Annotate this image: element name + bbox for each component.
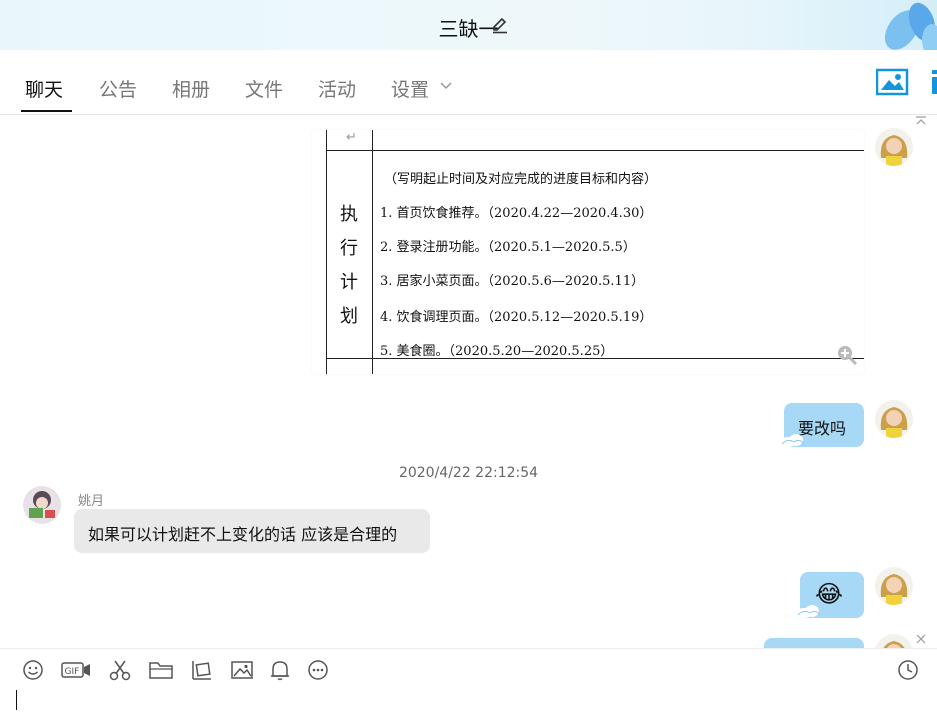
- shared-document-image[interactable]: ↵ 执 行 计 划 （写明起止时间及对应完成的进度目标和内容） 1. 首页饮食推…: [312, 130, 864, 374]
- tab-chat[interactable]: 聊天: [25, 75, 63, 102]
- title-bar: 三缺一: [0, 0, 937, 50]
- text-caret: [16, 690, 17, 710]
- message-timestamp: 2020/4/22 22:12:54: [398, 465, 539, 481]
- decorative-flower-icon: [884, 2, 937, 50]
- more-icon[interactable]: [306, 659, 330, 681]
- table-border: [372, 130, 373, 374]
- collapse-down-icon[interactable]: [915, 634, 927, 644]
- message-text: 如果可以计划赶不上变化的话 应该是合理的: [88, 525, 398, 544]
- other-message-bubble[interactable]: 如果可以计划赶不上变化的话 应该是合理的: [74, 509, 430, 553]
- message-input[interactable]: [0, 690, 937, 718]
- bubble-cloud-decoration-icon: [780, 434, 805, 447]
- doc-side-char: 行: [340, 238, 358, 259]
- table-border: [326, 130, 327, 374]
- my-avatar[interactable]: [875, 128, 913, 166]
- return-mark: ↵: [346, 130, 357, 145]
- my-avatar[interactable]: [875, 400, 913, 438]
- doc-side-char: 执: [340, 204, 358, 225]
- gallery-icon[interactable]: [876, 68, 937, 98]
- my-message-bubble[interactable]: [764, 638, 864, 648]
- doc-item: 2. 登录注册功能。（2020.5.1—2020.5.5）: [380, 240, 636, 255]
- doc-side-char: 划: [340, 306, 358, 327]
- group-title: 三缺一: [438, 17, 499, 41]
- edit-icon[interactable]: [490, 15, 510, 35]
- history-icon[interactable]: [896, 659, 920, 681]
- bell-icon[interactable]: [268, 659, 292, 681]
- emoji-icon[interactable]: [21, 659, 45, 681]
- tab-bar: 聊天 公告 相册 文件 活动 设置: [0, 50, 937, 115]
- doc-header-line: （写明起止时间及对应完成的进度目标和内容）: [384, 172, 658, 187]
- screenshot-icon[interactable]: [190, 659, 214, 681]
- my-avatar[interactable]: [875, 567, 913, 605]
- tab-activity[interactable]: 活动: [318, 75, 356, 102]
- active-tab-indicator: [21, 110, 72, 112]
- sender-name: 姚月: [78, 494, 105, 509]
- table-border: [326, 150, 864, 151]
- tab-announcement[interactable]: 公告: [99, 75, 137, 102]
- zoom-in-icon[interactable]: [836, 344, 858, 366]
- tab-files[interactable]: 文件: [245, 75, 283, 102]
- image-icon[interactable]: [230, 659, 254, 681]
- other-avatar[interactable]: [23, 486, 61, 524]
- doc-side-char: 计: [340, 272, 358, 293]
- gif-label: GIF: [65, 667, 80, 677]
- scissors-icon[interactable]: [108, 659, 132, 681]
- chevron-down-icon[interactable]: [440, 81, 452, 91]
- doc-item: 1. 首页饮食推荐。（2020.4.22—2020.4.30）: [380, 206, 653, 221]
- bubble-cloud-decoration-icon: [796, 605, 821, 618]
- chat-area[interactable]: ↵ 执 行 计 划 （写明起止时间及对应完成的进度目标和内容） 1. 首页饮食推…: [0, 116, 937, 648]
- my-avatar[interactable]: [875, 634, 913, 648]
- doc-item: 5. 美食圈。（2020.5.20—2020.5.25）: [380, 344, 614, 359]
- input-toolbar: GIF: [0, 648, 937, 690]
- collapse-up-icon[interactable]: [915, 116, 927, 126]
- doc-item: 4. 饮食调理页面。（2020.5.12—2020.5.19）: [380, 310, 653, 325]
- tab-settings[interactable]: 设置: [391, 75, 429, 102]
- doc-item: 3. 居家小菜页面。（2020.5.6—2020.5.11）: [380, 274, 645, 289]
- folder-icon[interactable]: [149, 659, 173, 681]
- gif-icon[interactable]: GIF: [61, 659, 91, 681]
- tab-album[interactable]: 相册: [172, 75, 210, 102]
